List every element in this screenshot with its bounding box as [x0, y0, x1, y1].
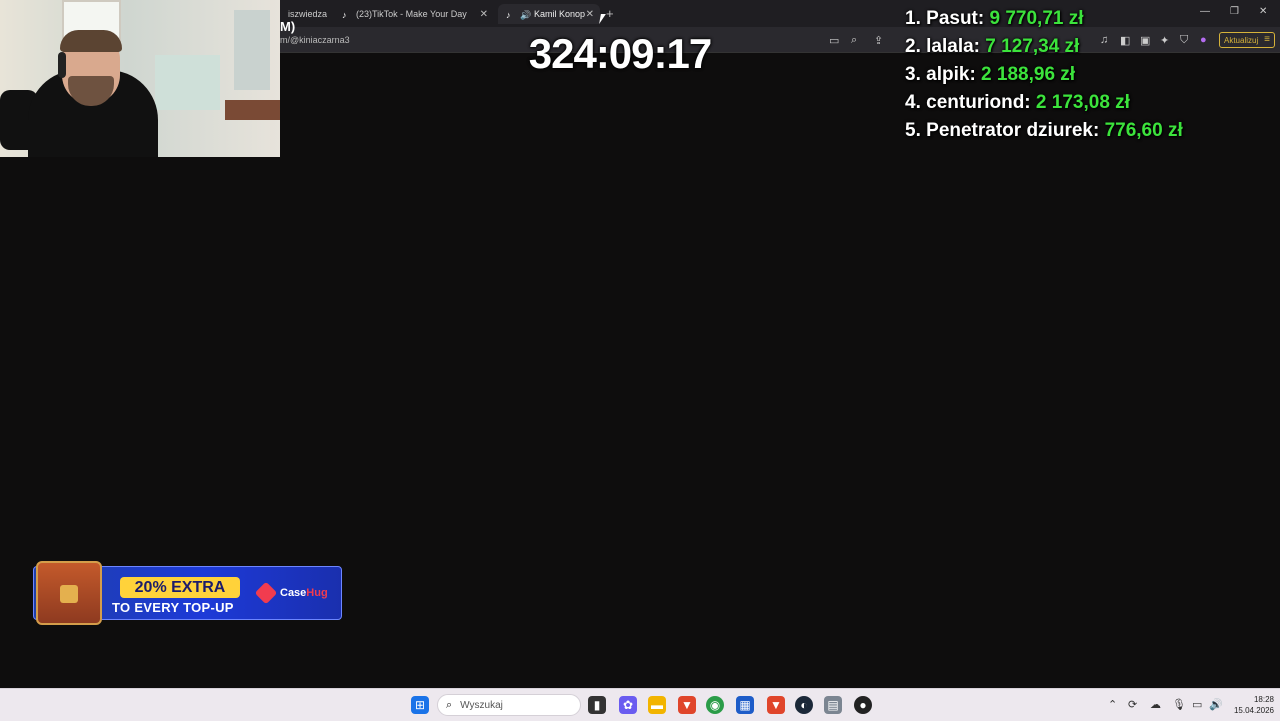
donation-amount: 9 770,71 zł: [989, 8, 1084, 29]
tiktok-icon: ♪: [506, 9, 511, 20]
taskbar-search[interactable]: ⌕ Wyszukaj: [437, 694, 581, 716]
rank: 5.: [905, 120, 921, 141]
casehug-logo-icon: [254, 581, 278, 605]
leaderboard-row: 3. alpik: 2 188,96 zł: [905, 64, 1275, 92]
close-icon[interactable]: ✕: [480, 9, 488, 20]
page-title-fragment: M): [280, 19, 296, 34]
rank: 3.: [905, 64, 921, 85]
tab-label: (23)TikTok - Make Your Day: [356, 9, 467, 19]
tab-tiktok[interactable]: ♪ (23)TikTok - Make Your Day ✕: [334, 4, 494, 24]
share-icon[interactable]: ⇪: [874, 34, 883, 47]
donor-name: alpik:: [926, 64, 976, 85]
donor-name: lalala:: [926, 36, 981, 57]
volume-icon[interactable]: 🔊: [1209, 698, 1223, 711]
brave-active-icon[interactable]: ▼: [767, 696, 785, 714]
chrome-icon[interactable]: ◉: [706, 696, 724, 714]
tray-chevron-icon[interactable]: ⌃: [1108, 698, 1117, 711]
webcam-feed: [0, 0, 280, 157]
brave-icon[interactable]: ▼: [678, 696, 696, 714]
zoom-icon[interactable]: ⌕: [851, 34, 857, 47]
donation-amount: 776,60 zł: [1104, 120, 1183, 141]
clock[interactable]: 18:28 15.04.2026: [1228, 694, 1274, 716]
task-view-icon[interactable]: ▮: [588, 696, 606, 714]
network-icon[interactable]: ▭: [1192, 698, 1202, 711]
windows-taskbar: ⊞ ⌕ Wyszukaj ▮ ✿ ▬ ▼ ◉ ▦ ▼ ◐ ▤ ● ⌃ ⟳ ☁ 🎙…: [0, 688, 1280, 721]
file-explorer-icon[interactable]: ▬: [648, 696, 666, 714]
donor-name: Pasut:: [926, 8, 985, 29]
sync-icon[interactable]: ⟳: [1128, 698, 1137, 711]
obs-icon[interactable]: ●: [854, 696, 872, 714]
close-icon[interactable]: ✕: [586, 9, 594, 20]
store-icon[interactable]: ▦: [736, 696, 754, 714]
donation-leaderboard: 1. Pasut: 9 770,71 zł 2. lalala: 7 127,3…: [905, 8, 1275, 148]
leaderboard-row: 2. lalala: 7 127,34 zł: [905, 36, 1275, 64]
brand-hug: Hug: [306, 587, 328, 599]
search-icon: ⌕: [446, 698, 453, 711]
microphone-icon[interactable]: 🎙: [1172, 698, 1186, 711]
speaker-icon: 🔊: [520, 9, 532, 20]
search-placeholder: Wyszukaj: [460, 699, 503, 711]
tab-label: iszwiedza: [288, 9, 328, 19]
casehug-ad-banner[interactable]: 20% EXTRA TO EVERY TOP-UP Case Hug: [33, 561, 342, 625]
donor-name: Penetrator dziurek:: [926, 120, 1100, 141]
rank: 1.: [905, 8, 921, 29]
calculator-icon[interactable]: ▤: [824, 696, 842, 714]
copilot-icon[interactable]: ✿: [619, 696, 637, 714]
treasure-chest-icon: [36, 561, 102, 625]
cast-icon[interactable]: ▭: [829, 34, 839, 47]
rank: 4.: [905, 92, 921, 113]
cloud-icon[interactable]: ☁: [1150, 698, 1161, 711]
ad-badge: 20% EXTRA: [120, 577, 240, 598]
tab-label: Kamil Konop: [534, 9, 586, 19]
steam-icon[interactable]: ◐: [795, 696, 813, 714]
brand-case: Case: [280, 587, 307, 599]
clock-time: 18:28: [1253, 695, 1274, 704]
clock-date: 15.04.2026: [1233, 706, 1274, 715]
start-icon[interactable]: ⊞: [411, 696, 429, 714]
tiktok-icon: ♪: [342, 9, 347, 20]
donor-name: centuriond:: [926, 92, 1031, 113]
leaderboard-row: 4. centuriond: 2 173,08 zł: [905, 92, 1275, 120]
tab-kamil-konop[interactable]: ♪ 🔊 Kamil Konop ✕: [498, 4, 600, 24]
leaderboard-row: 1. Pasut: 9 770,71 zł: [905, 8, 1275, 36]
donation-amount: 7 127,34 zł: [985, 36, 1080, 57]
ad-brand: Case Hug: [254, 581, 328, 605]
ad-subtitle: TO EVERY TOP-UP: [112, 600, 234, 615]
new-tab-icon[interactable]: +: [606, 6, 614, 21]
donation-amount: 2 188,96 zł: [981, 64, 1076, 85]
url-text[interactable]: m/@kiniaczarna3: [280, 35, 350, 45]
donation-amount: 2 173,08 zł: [1035, 92, 1130, 113]
rank: 2.: [905, 36, 921, 57]
leaderboard-row: 5. Penetrator dziurek: 776,60 zł: [905, 120, 1275, 148]
stream-timer: 324:09:17: [528, 30, 712, 77]
